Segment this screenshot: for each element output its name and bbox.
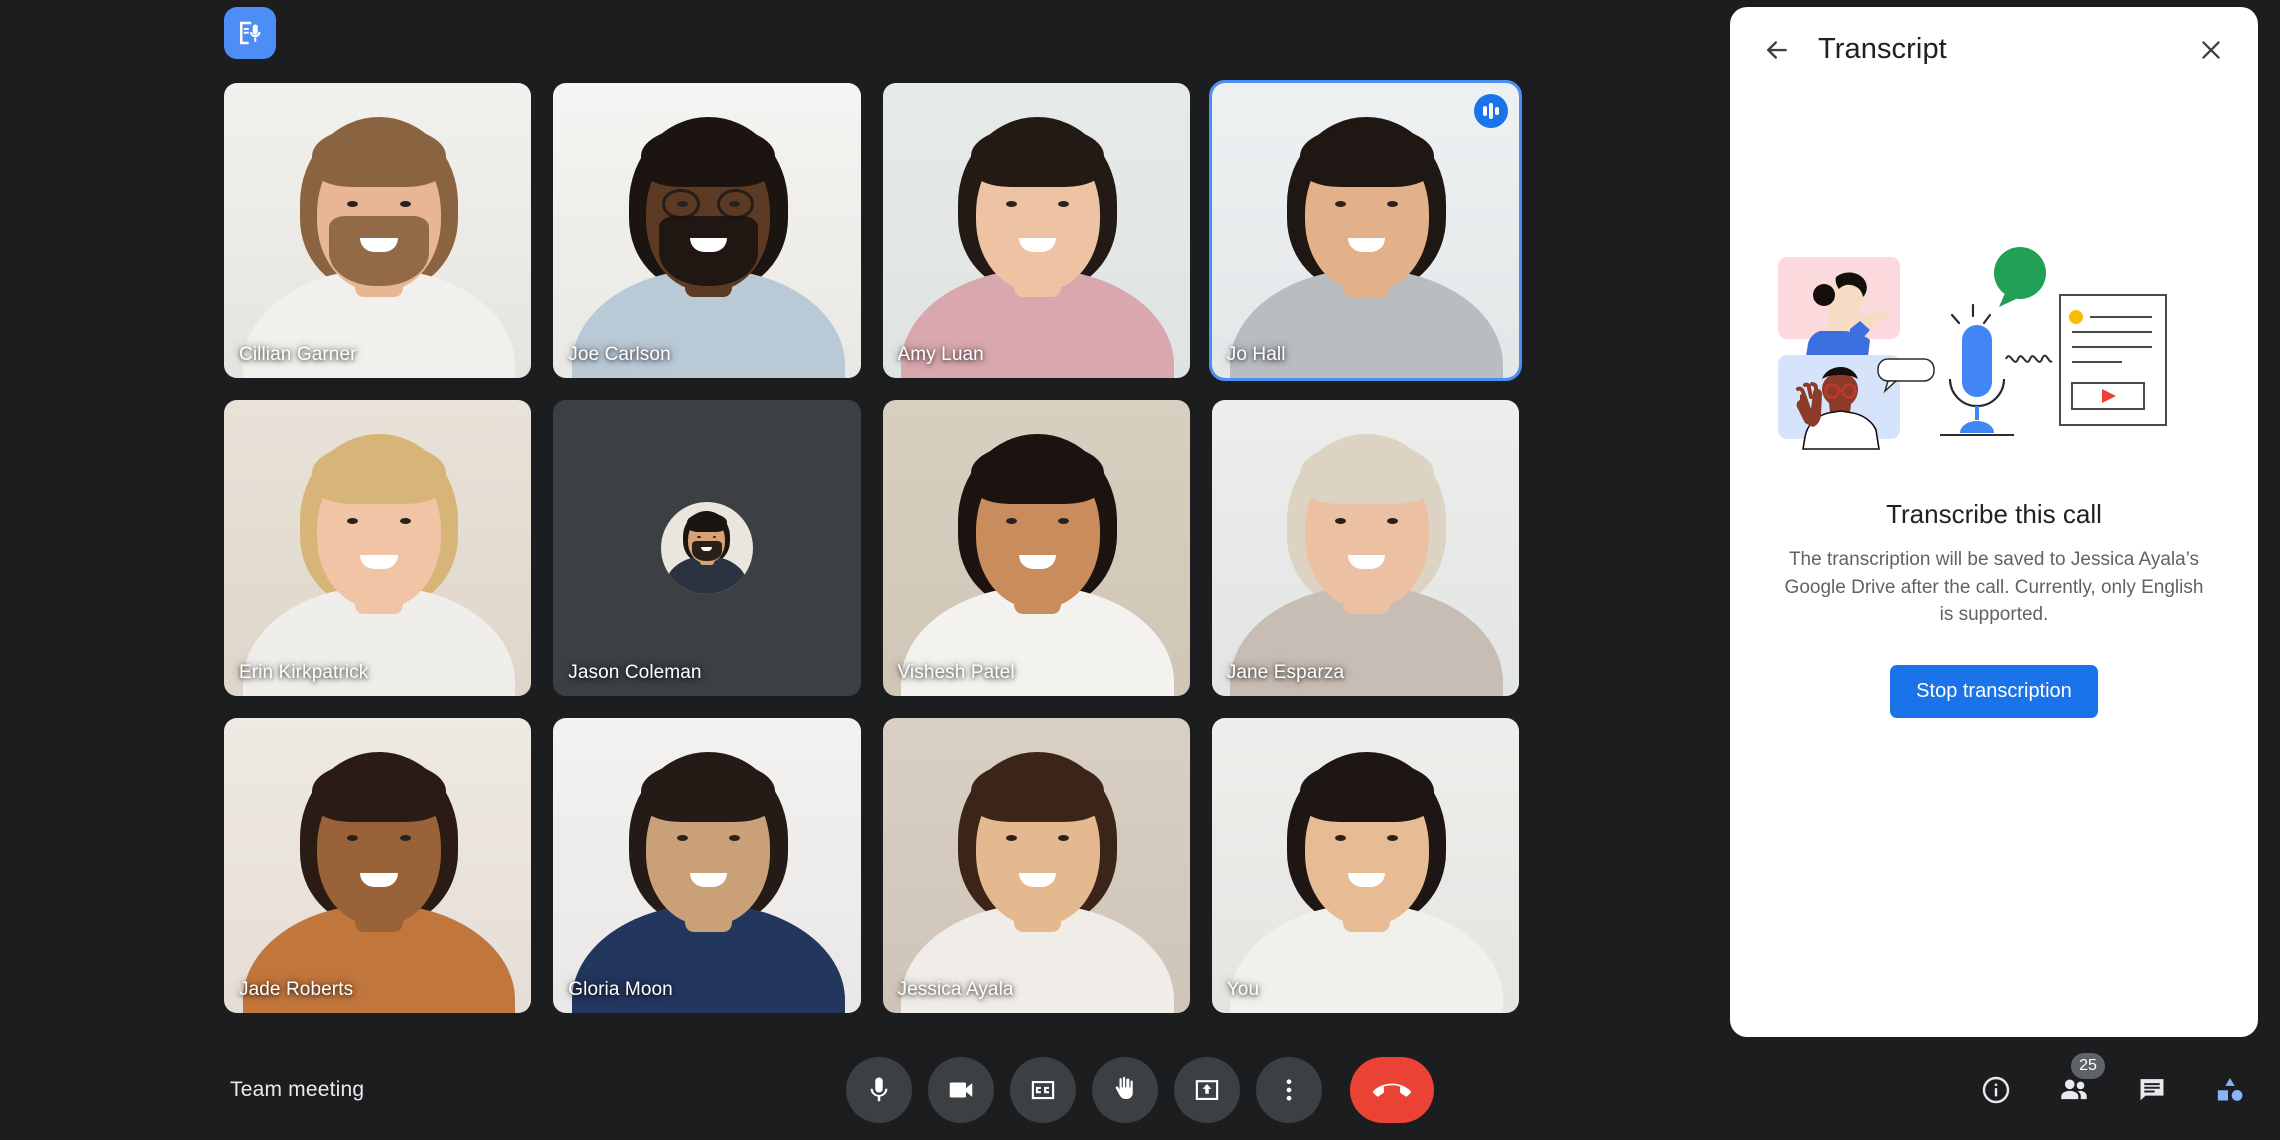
participants-count-badge: 25 bbox=[2071, 1053, 2105, 1079]
portrait bbox=[1212, 718, 1519, 1013]
video-feed bbox=[1211, 400, 1519, 696]
activities-button[interactable] bbox=[2210, 1070, 2250, 1110]
stop-transcription-button[interactable]: Stop transcription bbox=[1890, 664, 2098, 718]
video-grid: Cillian Garner Joe Carlson Amy Luan Jo Hall… bbox=[224, 79, 1523, 1013]
transcript-panel-body: Transcribe this call The transcription w… bbox=[1730, 92, 2258, 1037]
video-feed bbox=[1211, 717, 1519, 1013]
participant-name: You bbox=[1226, 979, 1260, 1000]
participant-name: Vishesh Patel bbox=[897, 661, 1015, 683]
participant-name: Amy Luan bbox=[897, 344, 984, 366]
portrait bbox=[224, 400, 531, 696]
participant-name: Erin Kirkpatrick bbox=[239, 661, 369, 683]
video-feed bbox=[882, 83, 1190, 379]
microphone-button[interactable] bbox=[846, 1057, 912, 1123]
participants-button[interactable]: 25 bbox=[2054, 1053, 2105, 1110]
portrait bbox=[224, 83, 531, 379]
raise-hand-button[interactable] bbox=[1092, 1057, 1158, 1123]
participant-tile[interactable]: Jane Esparza bbox=[1211, 400, 1519, 696]
participant-name: Jane Esparza bbox=[1226, 661, 1345, 683]
transcript-description: The transcription will be saved to Jessi… bbox=[1784, 549, 2204, 626]
participant-tile[interactable]: Erin Kirkpatrick bbox=[224, 400, 532, 696]
participant-name: Jade Roberts bbox=[239, 979, 354, 1000]
transcription-active-badge bbox=[224, 7, 276, 59]
camera-button[interactable] bbox=[928, 1057, 994, 1123]
participant-tile[interactable]: Jo Hall bbox=[1208, 79, 1523, 382]
captions-button[interactable] bbox=[1010, 1057, 1076, 1123]
video-feed bbox=[882, 717, 1190, 1013]
call-end-icon bbox=[1373, 1083, 1411, 1097]
video-feed bbox=[1211, 83, 1519, 379]
mic-icon bbox=[870, 1077, 888, 1102]
transcript-heading: Transcribe this call bbox=[1886, 499, 2102, 529]
panel-title: Transcript bbox=[1818, 33, 1947, 65]
portrait bbox=[553, 83, 860, 379]
meet-app-window: Cillian Garner Joe Carlson Amy Luan Jo Hall… bbox=[0, 0, 2280, 1140]
portrait bbox=[553, 718, 860, 1013]
video-feed bbox=[553, 83, 861, 379]
avatar bbox=[553, 400, 860, 695]
call-controls bbox=[846, 1057, 1434, 1123]
secondary-controls: 25 bbox=[1976, 1053, 2250, 1110]
participant-tile[interactable]: Vishesh Patel bbox=[882, 400, 1190, 696]
portrait bbox=[1212, 400, 1519, 696]
participant-tile[interactable]: Joe Carlson bbox=[553, 83, 861, 379]
speaking-indicator bbox=[1474, 94, 1508, 128]
close-icon bbox=[2202, 40, 2220, 59]
video-feed bbox=[224, 400, 532, 696]
more-vertical-icon bbox=[1286, 1079, 1292, 1101]
meeting-details-button[interactable] bbox=[1976, 1070, 2016, 1110]
chat-button[interactable] bbox=[2132, 1070, 2172, 1110]
portrait bbox=[1212, 83, 1519, 379]
participant-name: Cillian Garner bbox=[239, 344, 357, 366]
close-panel-button[interactable] bbox=[2190, 29, 2232, 71]
transcription-illustration bbox=[1778, 247, 2167, 450]
video-feed bbox=[224, 717, 532, 1013]
back-button[interactable] bbox=[1756, 29, 1798, 71]
transcript-panel: Transcript Transcribe this call The tran… bbox=[1730, 7, 2258, 1037]
participant-tile[interactable]: Cillian Garner bbox=[224, 83, 532, 379]
participant-tile[interactable]: Jessica Ayala bbox=[882, 717, 1190, 1013]
participant-tile[interactable]: You bbox=[1211, 717, 1519, 1013]
participant-tile[interactable]: Jason Coleman bbox=[553, 400, 861, 696]
participant-tile[interactable]: Jade Roberts bbox=[224, 717, 532, 1013]
video-feed bbox=[882, 400, 1190, 696]
meeting-title: Team meeting bbox=[230, 1078, 365, 1101]
participant-name: Jessica Ayala bbox=[897, 979, 1014, 1000]
present-button[interactable] bbox=[1174, 1057, 1240, 1123]
leave-call-button[interactable] bbox=[1350, 1057, 1434, 1123]
portrait bbox=[883, 83, 1190, 379]
portrait bbox=[224, 718, 531, 1013]
portrait bbox=[661, 502, 753, 594]
hand-icon bbox=[1115, 1076, 1133, 1099]
chat-icon bbox=[2140, 1079, 2164, 1101]
camera-icon bbox=[949, 1082, 973, 1098]
participant-name: Jo Hall bbox=[1226, 344, 1286, 366]
video-feed bbox=[553, 717, 861, 1013]
transcription-icon bbox=[240, 21, 261, 45]
portrait bbox=[883, 718, 1190, 1013]
arrow-back-icon bbox=[1767, 40, 1787, 59]
activities-icon bbox=[2217, 1078, 2243, 1101]
more-options-button[interactable] bbox=[1256, 1057, 1322, 1123]
participant-tile[interactable]: Amy Luan bbox=[882, 83, 1190, 379]
transcript-panel-header: Transcript bbox=[1730, 7, 2258, 92]
participant-name: Joe Carlson bbox=[568, 344, 671, 366]
portrait bbox=[883, 400, 1190, 696]
cc-icon bbox=[1031, 1080, 1055, 1100]
video-feed bbox=[224, 83, 532, 379]
participant-tile[interactable]: Gloria Moon bbox=[553, 717, 861, 1013]
participant-name: Jason Coleman bbox=[568, 661, 702, 683]
info-icon bbox=[1982, 1076, 2010, 1104]
present-screen-icon bbox=[1195, 1080, 1219, 1100]
participant-name: Gloria Moon bbox=[568, 979, 673, 1000]
